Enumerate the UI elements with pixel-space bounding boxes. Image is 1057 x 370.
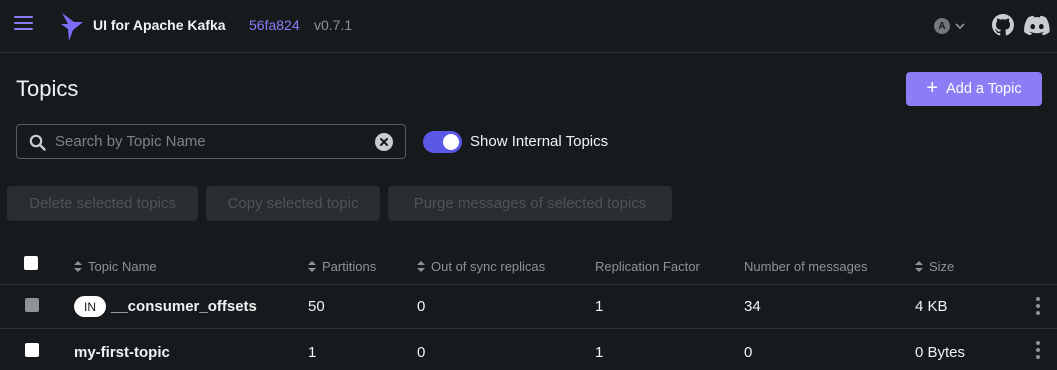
partitions-value: 50 [308,298,325,315]
out-of-sync-value: 0 [417,344,426,361]
row-checkbox [25,298,39,312]
column-replication-factor: Replication Factor [595,259,700,274]
avatar: A [934,18,950,34]
column-number-of-messages: Number of messages [744,259,868,274]
commit-link[interactable]: 56fa824 [249,17,300,33]
sort-icon [74,261,82,272]
column-label: Topic Name [88,259,157,274]
replication-value: 1 [595,344,604,361]
github-icon[interactable] [992,14,1014,36]
search-icon [29,134,46,151]
messages-value: 34 [744,298,761,315]
toggle-knob [443,134,459,150]
topic-name-link[interactable]: __consumer_offsets [111,298,257,315]
column-label: Partitions [322,259,377,274]
copy-selected-topic-button[interactable]: Copy selected topic [206,186,380,221]
kafka-logo[interactable] [60,12,84,42]
column-size[interactable]: Size [915,259,954,274]
table-row[interactable]: IN __consumer_offsets 50 0 1 34 4 KB [0,285,1057,329]
topic-name-link[interactable]: my-first-topic [74,344,170,361]
sort-icon [417,261,425,272]
sort-icon [915,261,923,272]
delete-selected-topics-button[interactable]: Delete selected topics [7,186,198,221]
size-value: 0 Bytes [915,344,966,361]
replication-value: 1 [595,298,604,315]
internal-badge: IN [74,296,106,317]
brand-name[interactable]: UI for Apache Kafka [93,17,226,33]
out-of-sync-value: 0 [417,298,426,315]
menu-icon[interactable] [14,16,33,32]
column-label: Number of messages [744,259,868,274]
column-out-of-sync-replicas[interactable]: Out of sync replicas [417,259,545,274]
chevron-down-icon [955,23,965,30]
search-input[interactable] [55,125,365,158]
show-internal-topics-label: Show Internal Topics [470,133,609,150]
messages-value: 0 [744,344,753,361]
show-internal-topics-toggle[interactable] [423,131,462,153]
user-menu[interactable]: A [934,15,970,37]
column-label: Size [929,259,955,274]
sort-icon [308,261,316,272]
table-header: Topic Name Partitions Out of sync replic… [0,245,1057,285]
select-all-checkbox[interactable] [24,256,38,270]
column-label: Out of sync replicas [431,259,546,274]
column-label: Replication Factor [595,259,700,274]
row-checkbox[interactable] [25,343,39,357]
add-topic-button[interactable]: + Add a Topic [906,72,1042,106]
page-title: Topics [16,76,79,101]
top-navbar: UI for Apache Kafka 56fa824 v0.7.1 A [0,0,1057,53]
size-value: 4 KB [915,298,948,315]
table-row[interactable]: my-first-topic 1 0 1 0 0 Bytes [0,330,1057,370]
clear-search-icon[interactable] [375,133,393,151]
search-box [16,124,406,159]
partitions-value: 1 [308,344,317,361]
column-topic-name[interactable]: Topic Name [74,259,157,274]
add-topic-label: Add a Topic [946,81,1022,97]
purge-messages-button[interactable]: Purge messages of selected topics [388,186,672,221]
more-actions-icon[interactable] [1035,297,1041,315]
column-partitions[interactable]: Partitions [308,259,376,274]
version-text: v0.7.1 [314,17,353,33]
more-actions-icon[interactable] [1035,341,1041,359]
discord-icon[interactable] [1024,15,1050,35]
plus-icon: + [926,77,939,99]
